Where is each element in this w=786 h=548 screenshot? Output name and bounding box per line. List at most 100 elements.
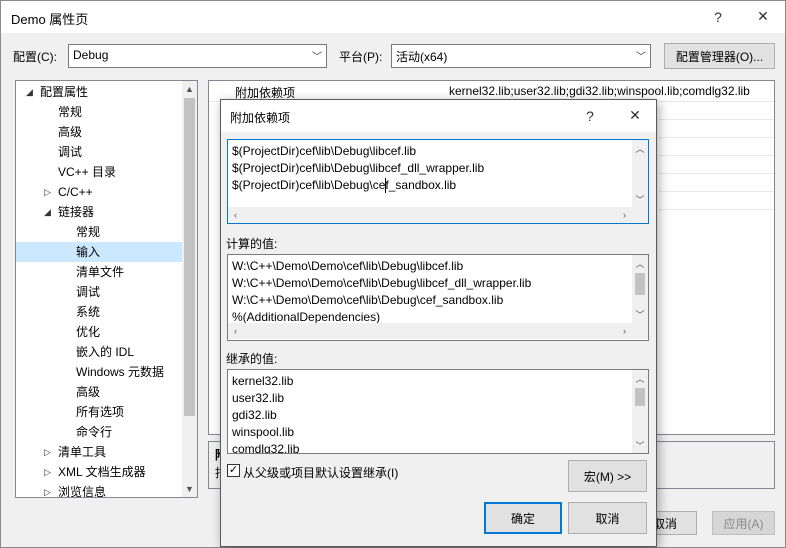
scrollbar-thumb[interactable] (184, 98, 195, 416)
tree-item-label: Windows 元数据 (76, 365, 165, 379)
scroll-down-arrow-icon[interactable]: ﹀ (632, 437, 648, 453)
tree-item[interactable]: ▷ 清单工具 (16, 442, 182, 462)
tree-item-label: 嵌入的 IDL (76, 345, 135, 359)
scroll-right-arrow-icon[interactable]: › (617, 207, 632, 223)
scroll-left-arrow-icon[interactable]: ‹ (228, 323, 243, 339)
tree-item[interactable]: 优化 (16, 322, 182, 342)
computed-values-label: 计算的值: (226, 237, 278, 251)
config-value: Debug (73, 48, 109, 62)
help-button[interactable]: ? (695, 1, 741, 32)
collapsed-arrow-icon[interactable]: ▷ (44, 182, 54, 202)
expanded-arrow-icon[interactable]: ◢ (44, 202, 54, 222)
collapsed-arrow-icon[interactable]: ▷ (44, 462, 54, 482)
scroll-left-arrow-icon[interactable]: ‹ (228, 207, 243, 223)
grid-divider (659, 137, 774, 138)
grid-divider (659, 209, 774, 210)
tree-item[interactable]: Windows 元数据 (16, 362, 182, 382)
scroll-up-arrow-icon[interactable]: ︿ (632, 255, 648, 271)
tree-item[interactable]: 高级 (16, 382, 182, 402)
tree-item-label: 调试 (76, 285, 101, 299)
inherited-vscrollbar[interactable]: ︿ ﹀ (632, 370, 648, 453)
chevron-down-icon: ﹀ (636, 52, 646, 63)
inherited-line: comdlg32.lib (232, 442, 300, 454)
scroll-up-arrow-icon[interactable]: ︿ (632, 140, 648, 156)
tree-item-label: VC++ 目录 (58, 165, 117, 179)
scroll-right-arrow-icon[interactable]: › (617, 323, 632, 339)
editor-hscrollbar[interactable]: ‹ › (228, 207, 648, 223)
tree-item-label: 常规 (76, 225, 101, 239)
scroll-down-arrow-icon[interactable]: ▼ (182, 481, 197, 497)
dialog-close-button[interactable]: ✕ (612, 100, 658, 131)
tree-item-label: 配置属性 (40, 85, 89, 99)
apply-button[interactable]: 应用(A) (712, 511, 775, 535)
editor-line: $(ProjectDir)cef\lib\Debug\cef_sandbox.l… (232, 178, 457, 192)
inherit-checkbox[interactable]: ✓ (227, 464, 240, 477)
tree-item[interactable]: 清单文件 (16, 262, 182, 282)
tree-item-label: XML 文档生成器 (58, 465, 146, 479)
tree-item[interactable]: ◢ 配置属性 (16, 82, 182, 102)
close-button[interactable]: ✕ (740, 1, 786, 32)
inherit-checkbox-label[interactable]: 从父级或项目默认设置继承(I) (243, 464, 398, 481)
tree-item-label: 所有选项 (76, 405, 125, 419)
computed-values-box: W:\C++\Demo\Demo\cef\lib\Debug\libcef.li… (227, 254, 649, 341)
config-manager-button[interactable]: 配置管理器(O)... (664, 43, 775, 69)
tree-item-label: C/C++ (58, 185, 93, 199)
grid-divider (659, 155, 774, 156)
scroll-down-arrow-icon[interactable]: ﹀ (632, 306, 648, 322)
chevron-down-icon: ﹀ (312, 52, 322, 63)
tree-item[interactable]: ▷ XML 文档生成器 (16, 462, 182, 482)
platform-select[interactable]: 活动(x64) ﹀ (391, 44, 651, 68)
tree-item[interactable]: 调试 (16, 282, 182, 302)
grid-row-additional-deps[interactable]: 附加依赖项 kernel32.lib;user32.lib;gdi32.lib;… (209, 81, 774, 101)
dialog-title: 附加依赖项 (230, 111, 291, 125)
tree-item[interactable]: ▷ 浏览信息 (16, 482, 182, 498)
dialog-cancel-button[interactable]: 取消 (568, 502, 647, 534)
editor-vscrollbar[interactable]: ︿ ﹀ (632, 140, 648, 207)
tree-item[interactable]: 命令行 (16, 422, 182, 442)
tree-item[interactable]: VC++ 目录 (16, 162, 182, 182)
computed-vscrollbar[interactable]: ︿ ﹀ (632, 255, 648, 323)
tree-item[interactable]: 系统 (16, 302, 182, 322)
collapsed-arrow-icon[interactable]: ▷ (44, 482, 54, 497)
tree-item[interactable]: 常规 (16, 102, 182, 122)
grid-row-value: kernel32.lib;user32.lib;gdi32.lib;winspo… (449, 84, 750, 98)
tree-item-label: 常规 (58, 105, 83, 119)
property-tree: ◢ 配置属性 常规 高级 调试 VC++ 目录 ▷ C/C++ ◢ 链接器 常规 输入 清单文件 调试 系统… (15, 80, 198, 498)
scrollbar-thumb[interactable] (635, 388, 645, 406)
grid-divider (659, 173, 774, 174)
tree-item-label: 优化 (76, 325, 101, 339)
editor-line: $(ProjectDir)cef\lib\Debug\libcef_dll_wr… (232, 161, 485, 175)
tree-item-label: 系统 (76, 305, 101, 319)
scroll-up-arrow-icon[interactable]: ︿ (632, 370, 648, 386)
dependencies-editor[interactable]: $(ProjectDir)cef\lib\Debug\libcef.lib $(… (227, 139, 649, 224)
tree-item-label: 浏览信息 (58, 485, 107, 498)
dialog-help-button[interactable]: ? (567, 100, 613, 131)
macro-button[interactable]: 宏(M) >> (568, 460, 647, 492)
computed-hscrollbar[interactable]: ‹ › (228, 323, 648, 339)
tree-item[interactable]: 常规 (16, 222, 182, 242)
tree-item-label: 输入 (76, 245, 101, 259)
tree-item-label: 调试 (58, 145, 83, 159)
scroll-up-arrow-icon[interactable]: ▲ (182, 81, 197, 97)
config-select[interactable]: Debug ﹀ (68, 44, 327, 68)
ok-button[interactable]: 确定 (484, 502, 562, 534)
scrollbar-thumb[interactable] (635, 273, 645, 295)
window-title: Demo 属性页 (11, 12, 89, 27)
expanded-arrow-icon[interactable]: ◢ (26, 82, 36, 102)
additional-dependencies-dialog: 附加依赖项 ? ✕ $(ProjectDir)cef\lib\Debug\lib… (220, 99, 657, 547)
grid-divider (659, 119, 774, 120)
tree-item[interactable]: 高级 (16, 122, 182, 142)
tree-item[interactable]: ◢ 链接器 (16, 202, 182, 222)
tree-item[interactable]: 调试 (16, 142, 182, 162)
tree-item[interactable]: 输入 (16, 242, 182, 262)
tree-item[interactable]: 嵌入的 IDL (16, 342, 182, 362)
collapsed-arrow-icon[interactable]: ▷ (44, 442, 54, 462)
tree-scrollbar[interactable]: ▲ ▼ (182, 81, 197, 497)
platform-value: 活动(x64) (396, 50, 448, 64)
tree-item[interactable]: ▷ C/C++ (16, 182, 182, 202)
tree-item-label: 清单工具 (58, 445, 107, 459)
inherited-line: kernel32.lib (232, 374, 294, 388)
scroll-down-arrow-icon[interactable]: ﹀ (632, 191, 648, 207)
tree-item-label: 命令行 (76, 425, 113, 439)
tree-item[interactable]: 所有选项 (16, 402, 182, 422)
